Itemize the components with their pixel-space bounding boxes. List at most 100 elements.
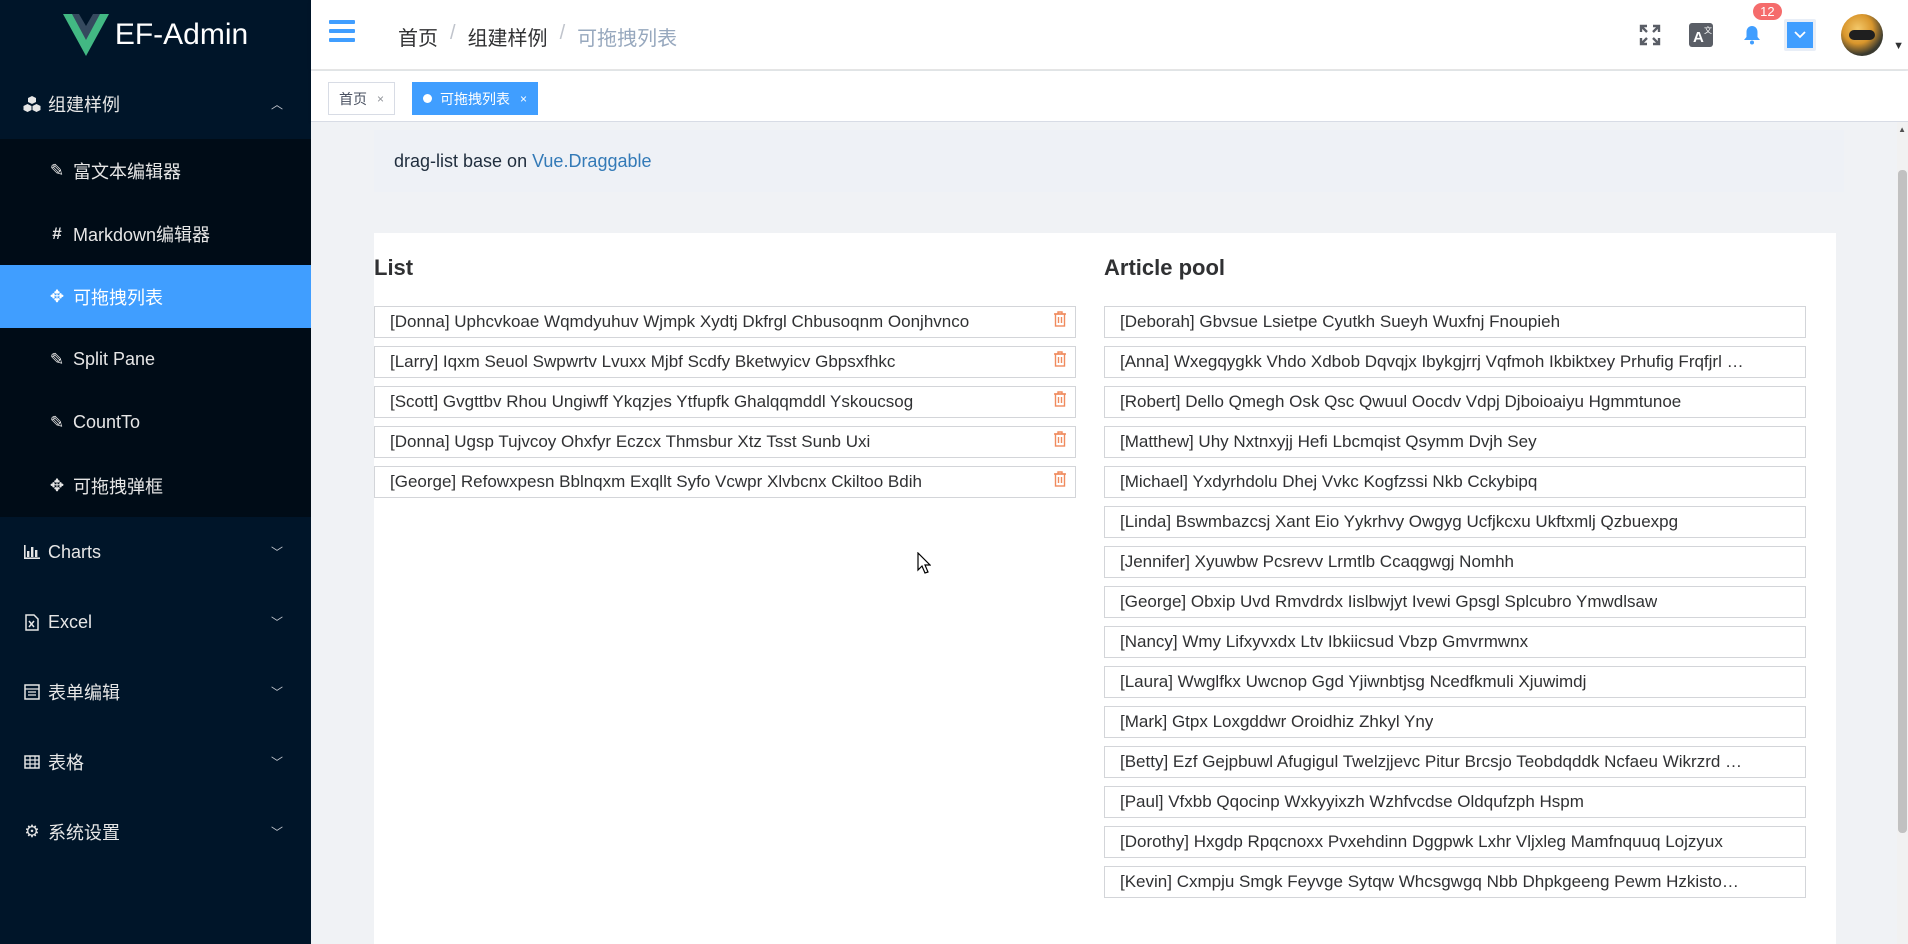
breadcrumb-separator: / [450, 22, 456, 44]
drag-list-panel: List Article pool [Donna] Uphcvkoae Wqmd… [374, 233, 1836, 944]
notification-badge: 12 [1752, 2, 1783, 21]
menu-table[interactable]: 表格 ﹀ [0, 727, 311, 797]
sidebar: EF-Admin 组建样例 ︿ ✎ 富文本编辑器 # Markdown编辑器 ✥… [0, 0, 311, 944]
item-text: [Donna] Ugsp Tujvcoy Ohxfyr Eczcx Thmsbu… [390, 432, 871, 451]
item-text: [Nancy] Wmy Lifxyvxdx Ltv Ibkiicsud Vbzp… [1120, 632, 1529, 651]
item-text: [Deborah] Gbvsue Lsietpe Cyutkh Sueyh Wu… [1120, 312, 1561, 331]
vue-logo-icon [62, 13, 109, 56]
item-text: [Jennifer] Xyuwbw Pcsrevv Lrmtlb Ccaqgwg… [1120, 552, 1514, 571]
app-main: drag-list base on Vue.Draggable List Art… [311, 122, 1908, 944]
menu-label: Split Pane [73, 349, 156, 369]
scrollbar-thumb[interactable] [1898, 170, 1907, 833]
menu-label: 系统设置 [48, 823, 120, 843]
chevron-down-icon [1784, 19, 1817, 51]
item-text: [Robert] Dello Qmegh Osk Qsc Qwuul Oocdv… [1120, 392, 1682, 411]
trash-icon[interactable] [1053, 390, 1067, 408]
list-item[interactable]: [Larry] Iqxm Seuol Swpwrtv Lvuxx Mjbf Sc… [374, 346, 1076, 378]
menu-markdown-editor[interactable]: # Markdown编辑器 [0, 202, 311, 265]
hamburger-icon[interactable] [329, 20, 355, 42]
pool-item[interactable]: [Kevin] Cxmpju Smgk Feyvge Sytqw Whcsgwg… [1104, 866, 1806, 898]
menu-draggable-list[interactable]: ✥ 可拖拽列表 [0, 265, 311, 328]
list-item[interactable]: [George] Refowxpesn Bblnqxm Exqllt Syfo … [374, 466, 1076, 498]
pool-item[interactable]: [Mark] Gtpx Loxgddwr Oroidhiz Zhkyl Yny [1104, 706, 1806, 738]
edit-icon: ✎ [49, 160, 65, 180]
scroll-up-arrow-icon[interactable]: ▲ [1898, 125, 1906, 134]
menu-rich-text-editor[interactable]: ✎ 富文本编辑器 [0, 139, 311, 202]
menu-label: CountTo [73, 412, 141, 432]
caret-down-icon[interactable]: ▼ [1893, 40, 1904, 52]
list-title: List [374, 255, 414, 280]
svg-text:文: 文 [1704, 25, 1712, 35]
list-item[interactable]: [Donna] Uphcvkoae Wqmdyuhuv Wjmpk Xydtj … [374, 306, 1076, 338]
tag-label: 首页 [339, 90, 367, 107]
vue-draggable-link[interactable]: Vue.Draggable [532, 151, 651, 172]
move-icon: ✥ [49, 475, 65, 495]
list-item[interactable]: [Scott] Gvgttbv Rhou Ungiwff Ykqzjes Ytf… [374, 386, 1076, 418]
breadcrumb: 首页 / 组建样例 / 可拖拽列表 [398, 22, 677, 51]
pool-item[interactable]: [Robert] Dello Qmegh Osk Qsc Qwuul Oocdv… [1104, 386, 1806, 418]
menu-system-settings[interactable]: ⚙ 系统设置 ﹀ [0, 797, 311, 867]
pool-item[interactable]: [Matthew] Uhy Nxtnxyjj Hefi Lbcmqist Qsy… [1104, 426, 1806, 458]
menu-excel[interactable]: Excel ﹀ [0, 587, 311, 657]
menu-charts[interactable]: Charts ﹀ [0, 517, 311, 587]
header-actions: A文 12 ▼ [1624, 0, 1908, 70]
edit-icon: ✎ [49, 412, 65, 432]
pool-item[interactable]: [Michael] Yxdyrhdolu Dhej Vvkc Kogfzssi … [1104, 466, 1806, 498]
pool-item[interactable]: [Linda] Bswmbazcsj Xant Eio Yykrhvy Owgy… [1104, 506, 1806, 538]
pool-item[interactable]: [Paul] Vfxbb Qqocinp Wxkyyixzh Wzhfvcdse… [1104, 786, 1806, 818]
pool-item[interactable]: [Laura] Wwglfkx Uwcnop Ggd Yjiwnbtjsg Nc… [1104, 666, 1806, 698]
menu-split-pane[interactable]: ✎ Split Pane [0, 328, 311, 391]
pool-item[interactable]: [Deborah] Gbvsue Lsietpe Cyutkh Sueyh Wu… [1104, 306, 1806, 338]
app-logo[interactable]: EF-Admin [0, 0, 311, 69]
chevron-up-icon: ︿ [270, 97, 283, 112]
item-text: [Matthew] Uhy Nxtnxyjj Hefi Lbcmqist Qsy… [1120, 432, 1537, 451]
avatar[interactable] [1841, 14, 1884, 56]
menu-label: 富文本编辑器 [73, 161, 181, 182]
chevron-down-icon: ﹀ [270, 545, 283, 560]
item-text: [George] Refowxpesn Bblnqxm Exqllt Syfo … [390, 472, 922, 491]
item-text: [Mark] Gtpx Loxgddwr Oroidhiz Zhkyl Yny [1120, 712, 1434, 731]
fullscreen-icon[interactable] [1624, 0, 1675, 70]
trash-icon[interactable] [1053, 350, 1067, 368]
trash-icon[interactable] [1053, 310, 1067, 328]
list-item[interactable]: [Donna] Ugsp Tujvcoy Ohxfyr Eczcx Thmsbu… [374, 426, 1076, 458]
menu-label: Excel [48, 611, 93, 632]
item-text: [Anna] Wxegqygkk Vhdo Xdbob Dqvqjx Ibykg… [1120, 352, 1744, 371]
menu-components[interactable]: 组建样例 ︿ [0, 69, 311, 139]
item-text: [Larry] Iqxm Seuol Swpwrtv Lvuxx Mjbf Sc… [390, 352, 896, 371]
file-excel-icon [22, 613, 42, 631]
item-text: [Kevin] Cxmpju Smgk Feyvge Sytqw Whcsgwg… [1120, 872, 1739, 891]
item-text: [Michael] Yxdyrhdolu Dhej Vvkc Kogfzssi … [1120, 472, 1538, 491]
translate-icon[interactable]: A文 [1675, 0, 1726, 70]
pool-item[interactable]: [Nancy] Wmy Lifxyvxdx Ltv Ibkiicsud Vbzp… [1104, 626, 1806, 658]
trash-icon[interactable] [1053, 430, 1067, 448]
menu-label: 表单编辑 [48, 683, 120, 703]
tag-home[interactable]: 首页 × [328, 82, 396, 115]
menu-draggable-dialog[interactable]: ✥ 可拖拽弹框 [0, 454, 311, 517]
theme-picker[interactable] [1777, 0, 1823, 70]
pool-item[interactable]: [Jennifer] Xyuwbw Pcsrevv Lrmtlb Ccaqgwg… [1104, 546, 1806, 578]
gear-icon: ⚙ [24, 822, 40, 841]
pool-item[interactable]: [Betty] Ezf Gejpbuwl Afugigul Twelzjjevc… [1104, 746, 1806, 778]
trash-icon[interactable] [1053, 470, 1067, 488]
menu-label: Charts [48, 541, 102, 562]
menu-label: 表格 [48, 753, 84, 773]
close-icon[interactable]: × [520, 92, 527, 106]
chevron-down-icon: ﹀ [270, 825, 283, 840]
close-icon[interactable]: × [377, 92, 384, 106]
item-text: [Laura] Wwglfkx Uwcnop Ggd Yjiwnbtjsg Nc… [1120, 672, 1587, 691]
tags-view: 首页 × 可拖拽列表 × [311, 71, 1908, 122]
tag-draggable-list[interactable]: 可拖拽列表 × [412, 82, 539, 115]
breadcrumb-components[interactable]: 组建样例 [468, 22, 548, 51]
menu-countto[interactable]: ✎ CountTo [0, 391, 311, 454]
breadcrumb-separator: / [559, 22, 566, 44]
notifications-button[interactable]: 12 [1726, 0, 1783, 70]
pool-item[interactable]: [Dorothy] Hxgdp Rpqcnoxx Pvxehdinn Dggpw… [1104, 826, 1806, 858]
tag-label: 可拖拽列表 [440, 90, 510, 107]
pool-item[interactable]: [Anna] Wxegqygkk Vhdo Xdbob Dqvqjx Ibykg… [1104, 346, 1806, 378]
menu-form-edit[interactable]: 表单编辑 ﹀ [0, 657, 311, 727]
chevron-down-icon: ﹀ [270, 615, 283, 630]
intro-text: drag-list base on [394, 150, 528, 171]
pool-item[interactable]: [George] Obxip Uvd Rmvdrdx Iislbwjyt Ive… [1104, 586, 1806, 618]
breadcrumb-home[interactable]: 首页 [398, 22, 438, 51]
